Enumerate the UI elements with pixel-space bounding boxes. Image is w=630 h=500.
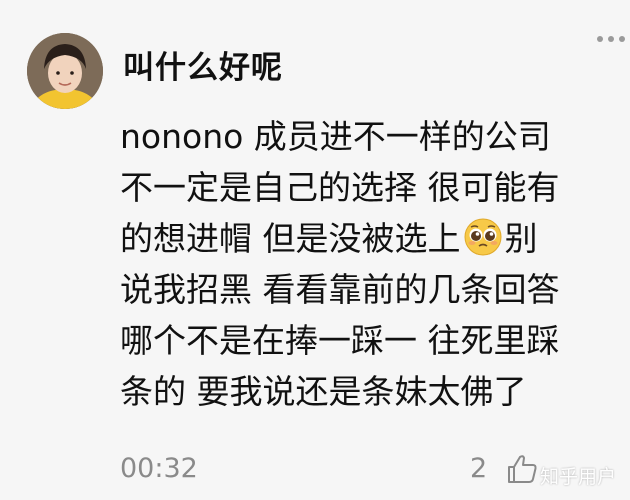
comment-line: nonono 成员进不一样的公司 bbox=[120, 117, 551, 156]
comment-line-text: 的想进帽 但是没被选上 bbox=[120, 219, 461, 258]
thumbs-up-icon[interactable] bbox=[505, 452, 539, 486]
comment-line: 说我招黑 看看靠前的几条回答 bbox=[120, 270, 560, 309]
comment-username[interactable]: 叫什么好呢 bbox=[123, 42, 283, 87]
comment-line: 条的 要我说还是条妹太佛了 bbox=[120, 372, 527, 411]
comment-timestamp: 00:32 bbox=[120, 453, 198, 484]
comment-line: 哪个不是在捧一踩一 往死里踩 bbox=[120, 321, 560, 360]
user-avatar[interactable] bbox=[27, 33, 103, 109]
comment-line: 的想进帽 但是没被选上 别 bbox=[120, 213, 620, 264]
like-count: 2 bbox=[470, 453, 488, 484]
comment-line: 不一定是自己的选择 很可能有 bbox=[120, 168, 560, 207]
comment-line-text: 别 bbox=[504, 219, 538, 258]
watermark: 知乎用户 bbox=[540, 466, 617, 488]
comment-body: nonono 成员进不一样的公司 不一定是自己的选择 很可能有 的想进帽 但是没… bbox=[120, 111, 620, 417]
more-dots-icon[interactable] bbox=[596, 32, 626, 46]
pleading-face-emoji bbox=[463, 217, 503, 257]
